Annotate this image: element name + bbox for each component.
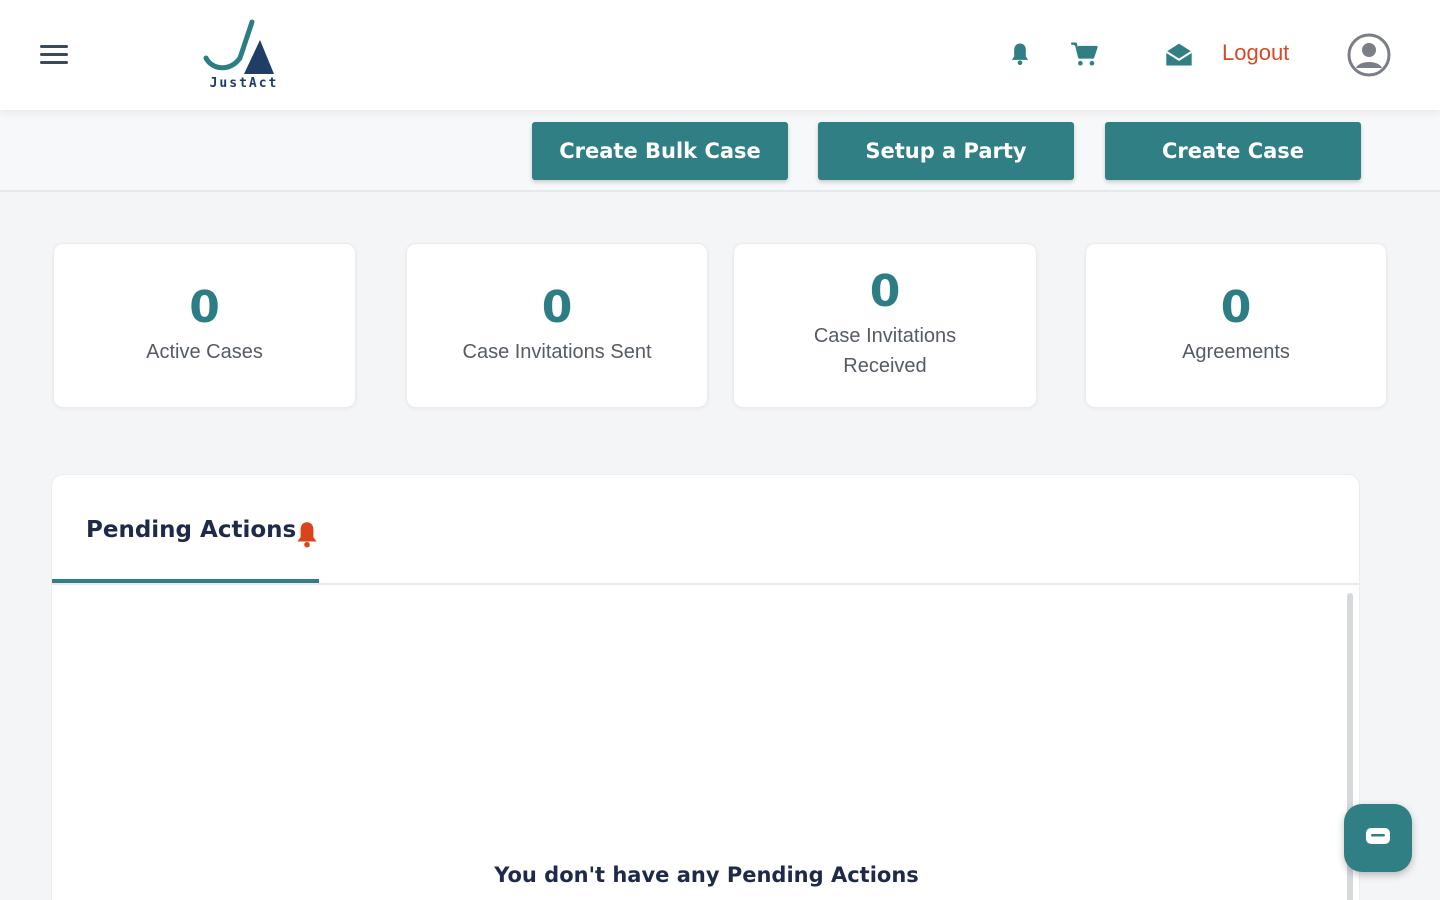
create-case-button[interactable]: Create Case [1105, 122, 1361, 180]
chat-button[interactable] [1344, 804, 1412, 872]
setup-party-button[interactable]: Setup a Party [818, 122, 1074, 180]
tab-pending-actions[interactable]: Pending Actions [52, 475, 319, 585]
chat-icon [1366, 828, 1390, 844]
stat-label: Case Invitations Sent [462, 341, 652, 363]
tab-divider [52, 583, 1359, 585]
bell-icon[interactable] [1006, 40, 1036, 70]
top-header: JustAct Logout [0, 0, 1440, 110]
stat-value: 0 [541, 282, 573, 333]
create-bulk-case-button[interactable]: Create Bulk Case [532, 122, 788, 180]
brand-name: JustAct [209, 76, 279, 91]
stat-value: 0 [1220, 282, 1252, 333]
stat-card-invitations-received[interactable]: 0 Case Invitations Received [733, 243, 1037, 408]
pending-actions-panel: Pending Actions You don't have any Pendi… [51, 474, 1360, 900]
logout-link[interactable]: Logout [1222, 40, 1289, 66]
mail-open-icon[interactable] [1164, 40, 1196, 70]
stat-value: 0 [189, 282, 220, 333]
tab-label: Pending Actions [86, 517, 297, 543]
justact-logo[interactable]: JustAct [200, 18, 290, 94]
stat-label: Agreements [1182, 341, 1290, 363]
stat-value: 0 [869, 266, 901, 317]
stat-label: Active Cases [146, 341, 263, 363]
user-avatar-icon[interactable] [1346, 32, 1392, 78]
action-bar: Create Bulk Case Setup a Party Create Ca… [0, 110, 1440, 192]
stat-label: Case Invitations Received [813, 325, 957, 377]
empty-state-message: You don't have any Pending Actions [494, 863, 919, 887]
stat-card-invitations-sent[interactable]: 0 Case Invitations Sent [406, 243, 708, 408]
alert-bell-icon [294, 519, 320, 549]
cart-icon[interactable] [1070, 40, 1102, 70]
stat-card-agreements[interactable]: 0 Agreements [1085, 243, 1387, 408]
stat-card-active-cases[interactable]: 0 Active Cases [53, 243, 356, 408]
menu-icon[interactable] [40, 45, 70, 67]
